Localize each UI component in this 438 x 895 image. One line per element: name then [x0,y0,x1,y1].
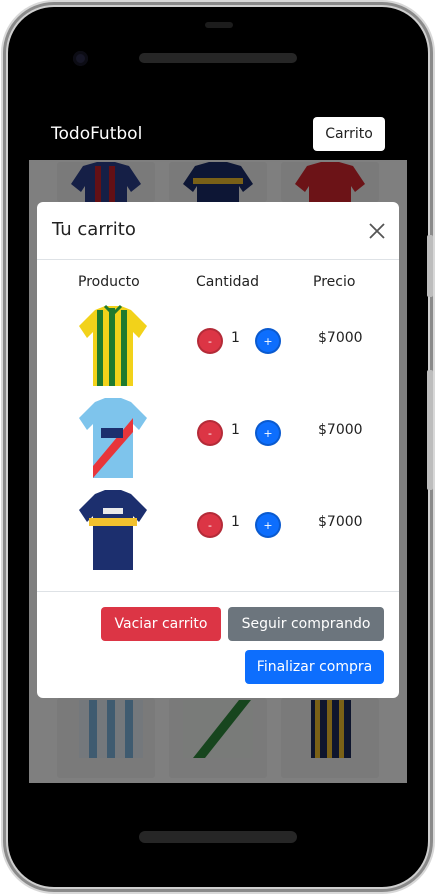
cart-row: - 1 + $7000 [37,488,399,576]
phone-side-button [427,235,433,297]
modal-header: Tu carrito [37,202,399,260]
continue-shopping-button[interactable]: Seguir comprando [228,607,384,641]
decrease-quantity-button[interactable]: - [197,328,223,354]
empty-cart-button[interactable]: Vaciar carrito [101,607,221,641]
jersey-image [79,304,147,386]
decrease-quantity-button[interactable]: - [197,512,223,538]
jersey-image [79,398,147,478]
close-icon[interactable] [367,221,387,241]
top-speaker [139,53,297,63]
decrease-quantity-button[interactable]: - [197,420,223,446]
checkout-button[interactable]: Finalizar compra [245,650,384,684]
quantity-value: 1 [231,422,240,438]
column-header-price: Precio [313,274,356,290]
increase-quantity-button[interactable]: + [255,512,281,538]
navbar: TodoFutbol Carrito [29,100,407,160]
cart-row: - 1 + $7000 [37,304,399,392]
item-price: $7000 [318,330,363,346]
earpiece [205,22,233,28]
modal-title: Tu carrito [52,219,136,240]
quantity-value: 1 [231,514,240,530]
phone-side-button [427,370,433,490]
increase-quantity-button[interactable]: + [255,328,281,354]
modal-footer: Vaciar carrito Seguir comprando Finaliza… [37,591,399,698]
cart-button[interactable]: Carrito [313,117,385,151]
cart-modal: Tu carrito Producto Cantidad Precio - 1 … [37,202,399,698]
quantity-value: 1 [231,330,240,346]
item-price: $7000 [318,514,363,530]
item-price: $7000 [318,422,363,438]
bottom-speaker [139,831,297,843]
jersey-image [79,490,147,570]
increase-quantity-button[interactable]: + [255,420,281,446]
column-header-quantity: Cantidad [196,274,259,290]
front-camera [73,51,88,66]
column-header-product: Producto [78,274,140,290]
brand-logo[interactable]: TodoFutbol [51,124,142,144]
cart-row: - 1 + $7000 [37,396,399,484]
